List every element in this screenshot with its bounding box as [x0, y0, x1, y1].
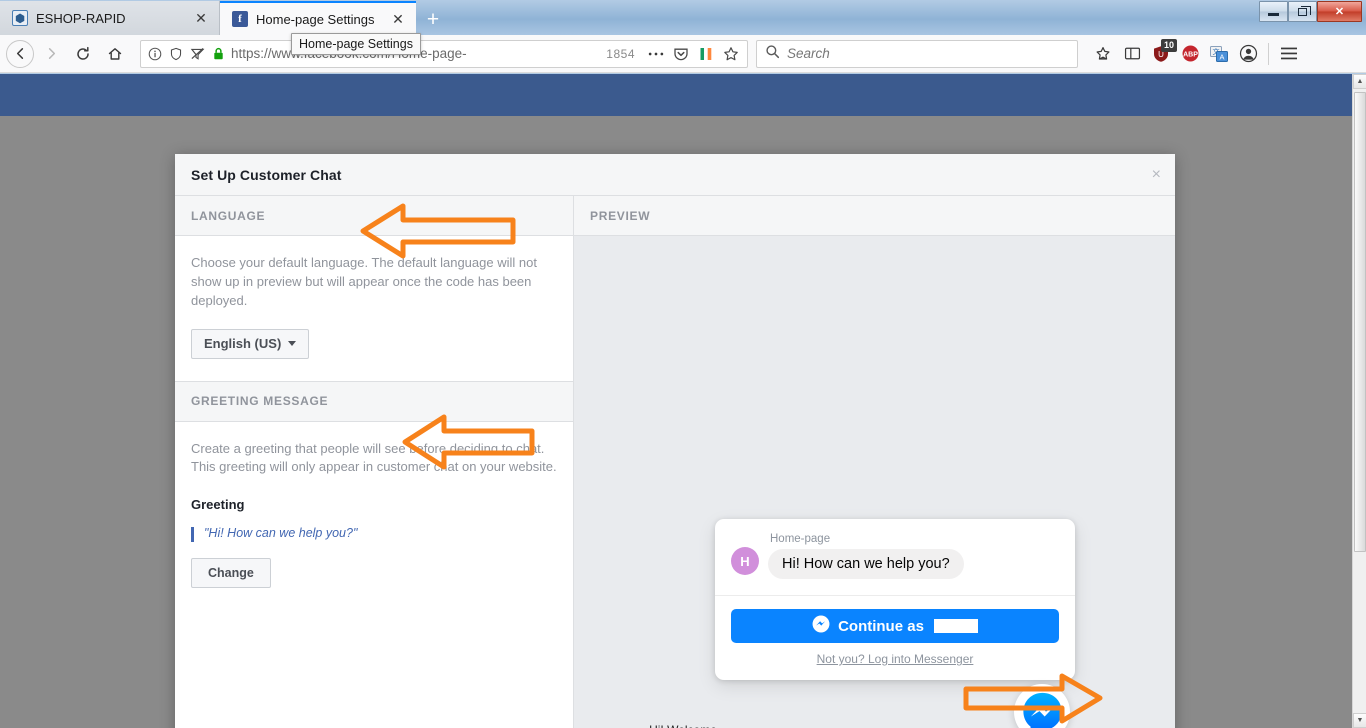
messenger-fab-button[interactable]	[1014, 684, 1070, 728]
chat-preview-card: H Home-page Hi! How can we help you? Con…	[715, 519, 1075, 680]
extension-toolbar: U 10 ABP 文A	[1090, 38, 1302, 67]
greeting-section-header: GREETING MESSAGE	[175, 381, 573, 422]
preview-section-header: PREVIEW	[574, 196, 1175, 236]
bubble-column: Home-page Hi! How can we help you?	[768, 533, 1059, 579]
minimize-button[interactable]	[1259, 1, 1288, 22]
continue-as-label: Continue as	[838, 617, 924, 635]
close-icon[interactable]: ✕	[193, 10, 209, 26]
padlock-icon[interactable]	[210, 46, 226, 62]
quote-bar	[191, 527, 194, 543]
new-tab-button[interactable]: +	[416, 5, 450, 35]
toolbar-divider	[1268, 42, 1269, 65]
tab-title: Home-page Settings	[256, 11, 375, 27]
close-icon[interactable]: ×	[1152, 166, 1161, 183]
facebook-header-bar	[0, 74, 1352, 116]
preview-column: PREVIEW H Home-page Hi! How can we help …	[574, 196, 1175, 728]
address-bar[interactable]: https://www.facebook.com/Home-page- 1854	[140, 39, 748, 68]
greeting-field-label: Greeting	[191, 497, 245, 513]
dialog-body: LANGUAGE Choose your default language. T…	[175, 196, 1175, 728]
close-button[interactable]: ✕	[1317, 1, 1362, 22]
search-icon	[765, 44, 780, 64]
svg-text:A: A	[1220, 52, 1225, 61]
tracking-protection-icon[interactable]	[189, 46, 205, 62]
tab-eshop-rapid[interactable]: ⬢ ESHOP-RAPID ✕	[0, 1, 220, 35]
home-button[interactable]	[100, 39, 130, 69]
language-section-header: LANGUAGE	[175, 196, 573, 236]
menu-icon[interactable]	[1276, 41, 1302, 67]
set-up-customer-chat-dialog: Set Up Customer Chat × LANGUAGE Choose y…	[175, 154, 1175, 728]
left-column-filler	[175, 610, 573, 728]
messenger-icon	[812, 615, 830, 637]
tab-strip: ⬢ ESHOP-RAPID ✕ f Home-page Settings ✕ +	[0, 0, 1250, 35]
restore-button[interactable]	[1288, 1, 1317, 22]
chat-card-footer: Continue as Not you? Log into Messenger	[715, 595, 1075, 680]
pocket-icon[interactable]	[671, 44, 691, 64]
ellipsis-icon[interactable]	[646, 44, 666, 64]
navigation-toolbar: https://www.facebook.com/Home-page- 1854…	[0, 35, 1366, 73]
browser-window: ⬢ ESHOP-RAPID ✕ f Home-page Settings ✕ +…	[0, 0, 1366, 728]
scroll-up-icon[interactable]: ▲	[1353, 74, 1366, 89]
search-input[interactable]: Search	[787, 46, 830, 61]
dialog-header: Set Up Customer Chat ×	[175, 154, 1175, 196]
chevron-down-icon	[288, 341, 297, 347]
greeting-value-row: "Hi! How can we help you?"	[191, 526, 557, 543]
shield-icon[interactable]	[168, 46, 184, 62]
ireland-flag-icon[interactable]	[696, 44, 716, 64]
adblock-plus-icon[interactable]: ABP	[1177, 41, 1203, 67]
clipped-bottom-text: Hi! Welcome	[0, 723, 1366, 728]
language-description: Choose your default language. The defaul…	[191, 255, 537, 308]
reload-button[interactable]	[68, 39, 98, 69]
language-select-label: English (US)	[204, 336, 282, 352]
continue-as-button[interactable]: Continue as	[731, 609, 1059, 643]
translate-icon[interactable]: 文A	[1206, 41, 1232, 67]
language-select[interactable]: English (US)	[191, 328, 310, 359]
library-sidebar-icon[interactable]	[1119, 41, 1145, 67]
tab-home-page-settings[interactable]: f Home-page Settings ✕	[220, 1, 416, 35]
forward-button[interactable]	[36, 39, 66, 69]
avatar: H	[731, 547, 759, 575]
save-to-pocket-icon[interactable]	[1090, 41, 1116, 67]
close-icon[interactable]: ✕	[390, 11, 406, 27]
language-section: Choose your default language. The defaul…	[175, 236, 573, 381]
search-bar[interactable]: Search	[756, 39, 1078, 68]
ublock-badge: 10	[1160, 38, 1177, 52]
greeting-value: "Hi! How can we help you?"	[204, 526, 358, 541]
page-content: ▲ ▼ Set Up Customer Chat × LANGUAGE Choo…	[0, 74, 1366, 728]
change-greeting-button[interactable]: Change	[191, 558, 271, 589]
dialog-title: Set Up Customer Chat	[191, 166, 342, 183]
chat-message-row: H Home-page Hi! How can we help you?	[715, 519, 1075, 595]
svg-text:ABP: ABP	[1183, 52, 1198, 59]
settings-column: LANGUAGE Choose your default language. T…	[175, 196, 574, 728]
scrollbar-thumb[interactable]	[1354, 92, 1366, 552]
greeting-description: Create a greeting that people will see b…	[191, 440, 557, 475]
back-button[interactable]	[6, 39, 34, 68]
redacted-name	[933, 619, 978, 633]
account-icon[interactable]	[1235, 41, 1261, 67]
log-into-messenger-link[interactable]: Not you? Log into Messenger	[731, 652, 1059, 666]
star-icon[interactable]	[721, 44, 741, 64]
vertical-scrollbar[interactable]: ▲ ▼	[1352, 74, 1366, 728]
preview-stage: H Home-page Hi! How can we help you? Con…	[574, 236, 1175, 728]
greeting-section: Create a greeting that people will see b…	[175, 421, 573, 611]
greeting-bubble: Hi! How can we help you?	[768, 549, 964, 579]
url-suffix: 1854	[606, 46, 635, 61]
page-name: Home-page	[770, 533, 831, 545]
tab-tooltip: Home-page Settings	[291, 33, 421, 55]
title-bar: ⬢ ESHOP-RAPID ✕ f Home-page Settings ✕ +…	[0, 0, 1366, 35]
window-controls: ✕	[1259, 1, 1362, 22]
info-icon[interactable]	[147, 46, 163, 62]
eshop-icon: ⬢	[12, 10, 28, 26]
ublock-origin-icon[interactable]: U 10	[1148, 38, 1177, 67]
facebook-icon: f	[232, 11, 248, 27]
tab-title: ESHOP-RAPID	[36, 10, 126, 26]
